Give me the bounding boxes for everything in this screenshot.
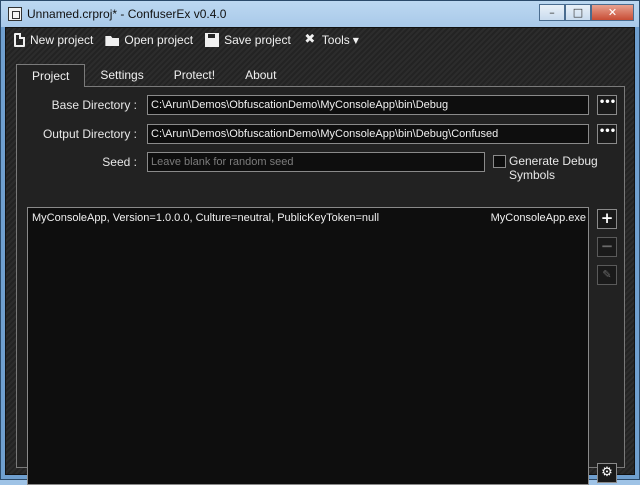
minimize-button[interactable]: – [539,4,565,21]
new-project-label: New project [30,33,94,47]
save-project-button[interactable]: Save project [201,29,295,51]
window-title: Unnamed.crproj* - ConfuserEx v0.4.0 [27,7,227,21]
base-directory-label: Base Directory : [51,98,137,112]
tools-label: Tools [321,33,350,47]
output-directory-label: Output Directory : [42,127,137,141]
seed-input[interactable]: Leave blank for random seed [147,152,485,172]
debug-symbols-checkbox[interactable] [493,155,506,168]
client-area: New project Open project Save project ✖ … [5,27,635,485]
module-name: MyConsoleApp, Version=1.0.0.0, Culture=n… [32,212,380,224]
new-project-button[interactable]: New project [10,29,97,51]
add-module-button[interactable]: + [597,209,617,229]
save-project-label: Save project [224,33,291,47]
base-directory-field[interactable]: C:\Arun\Demos\ObfuscationDemo\MyConsoleA… [147,95,589,115]
seed-label: Seed : [102,155,137,169]
module-list[interactable]: MyConsoleApp, Version=1.0.0.0, Culture=n… [27,207,589,485]
folder-icon [105,36,120,46]
window-controls: – □ ✕ [539,4,634,21]
close-button[interactable]: ✕ [591,4,634,21]
tab-protect[interactable]: Protect! [159,64,230,86]
chevron-down-icon: ▼ [352,35,359,45]
tab-settings[interactable]: Settings [85,64,158,86]
project-panel: Base Directory : C:\Arun\Demos\Obfuscati… [16,86,625,485]
save-icon [205,33,220,47]
debug-symbols-label[interactable]: Generate Debug Symbols [509,154,624,182]
maximize-button[interactable]: □ [565,4,591,21]
tab-strip: Project Settings Protect! About [16,64,291,87]
open-project-label: Open project [124,33,194,47]
module-file: MyConsoleApp.exe [490,212,586,224]
tools-menu-button[interactable]: ✖ Tools ▼ [299,29,363,51]
app-icon [8,7,22,21]
list-item[interactable]: MyConsoleApp, Version=1.0.0.0, Culture=n… [32,210,586,226]
module-settings-button[interactable]: ⚙ [597,463,617,483]
tab-about[interactable]: About [230,64,291,86]
tab-project[interactable]: Project [16,64,86,87]
toolbar: New project Open project Save project ✖ … [6,28,634,52]
base-directory-browse-button[interactable]: ••• [597,95,617,115]
remove-module-button[interactable]: − [597,237,617,257]
edit-module-button[interactable]: ✎ [597,265,617,285]
tools-icon: ✖ [304,32,316,47]
title-bar[interactable]: Unnamed.crproj* - ConfuserEx v0.4.0 – □ … [1,1,639,27]
open-project-button[interactable]: Open project [101,29,197,51]
new-document-icon [14,33,25,47]
output-directory-browse-button[interactable]: ••• [597,124,617,144]
output-directory-field[interactable]: C:\Arun\Demos\ObfuscationDemo\MyConsoleA… [147,124,589,144]
app-window: Unnamed.crproj* - ConfuserEx v0.4.0 – □ … [0,0,640,485]
